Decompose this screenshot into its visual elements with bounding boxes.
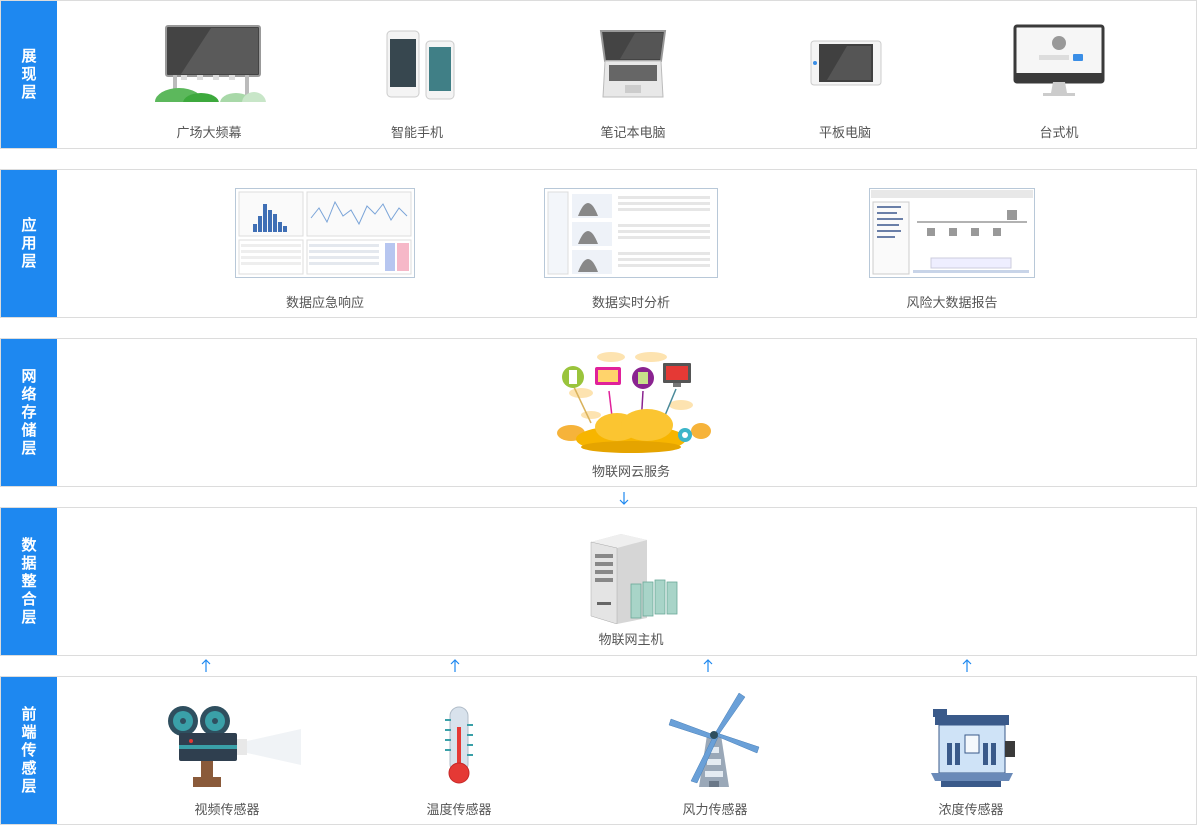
item-caption: 浓度传感器: [938, 802, 1004, 817]
analysis-screenshot-icon: [544, 188, 718, 278]
item-caption: 台式机: [1039, 125, 1079, 140]
report-screenshot-icon: [869, 188, 1035, 278]
arrow-up-icon: [703, 659, 713, 672]
sensor-item-concentration[interactable]: 浓度传感器: [921, 701, 1021, 821]
arrow-up-icon: [201, 659, 211, 672]
layer-label: 前端传感层: [1, 677, 57, 824]
item-caption: 数据应急响应: [285, 295, 364, 310]
network-item-cloud[interactable]: 物联网云服务: [551, 345, 711, 483]
sensor-item-wind[interactable]: 风力传感器: [657, 691, 773, 821]
cloud-service-icon: [557, 352, 711, 453]
laptop-icon: [599, 30, 667, 98]
display-item-smartphone[interactable]: 智能手机: [359, 23, 475, 143]
layer-label: 应用层: [1, 170, 57, 317]
item-caption: 智能手机: [390, 125, 443, 140]
display-item-tablet[interactable]: 平板电脑: [787, 23, 903, 143]
billboard-icon: [151, 25, 267, 105]
display-item-desktop[interactable]: 台式机: [1001, 23, 1117, 143]
item-caption: 广场大频幕: [176, 125, 242, 140]
network-layer: 网络存储层 物联网云服务: [0, 338, 1197, 487]
item-caption: 风险大数据报告: [906, 295, 998, 310]
sensor-item-temperature[interactable]: 温度传感器: [421, 701, 497, 821]
layer-label: 数据整合层: [1, 508, 57, 655]
layer-label: 展现层: [1, 1, 57, 148]
dashboard-screenshot-icon: [235, 188, 415, 278]
concentration-machine-icon: [931, 709, 1015, 787]
item-caption: 平板电脑: [818, 125, 871, 140]
desktop-icon: [1013, 24, 1105, 96]
server-icon: [590, 534, 678, 624]
sensor-layer: 前端传感层 视频传感器 温度传感器 风力传感器 浓度传感器: [0, 676, 1197, 825]
smartphone-icon: [386, 30, 455, 100]
application-item-report[interactable]: 风险大数据报告: [869, 188, 1035, 312]
item-caption: 物联网云服务: [591, 464, 670, 479]
item-caption: 物联网主机: [598, 632, 664, 647]
item-caption: 笔记本电脑: [600, 125, 666, 140]
item-caption: 温度传感器: [426, 802, 492, 817]
display-layer: 展现层 广场大频幕 智能手机 笔记本电脑 平板电脑 台式机: [0, 0, 1197, 149]
item-caption: 视频传感器: [194, 802, 260, 817]
sensor-item-video[interactable]: 视频传感器: [151, 701, 303, 821]
display-item-billboard[interactable]: 广场大频幕: [151, 23, 267, 143]
arrow-up-icon: [450, 659, 460, 672]
integration-item-server[interactable]: 物联网主机: [561, 530, 701, 650]
arrow-up-icon: [962, 659, 972, 672]
windmill-icon: [668, 692, 760, 787]
item-caption: 风力传感器: [682, 802, 748, 817]
video-camera-icon: [168, 706, 301, 787]
item-caption: 数据实时分析: [591, 295, 670, 310]
tablet-icon: [810, 40, 882, 86]
display-item-laptop[interactable]: 笔记本电脑: [575, 23, 691, 143]
integration-layer: 数据整合层 物联网主机: [0, 507, 1197, 656]
application-layer: 应用层 数据应急响应 数据实时分析 风险大数据报告: [0, 169, 1197, 318]
application-item-emergency[interactable]: 数据应急响应: [235, 188, 415, 312]
layer-label: 网络存储层: [1, 339, 57, 486]
application-item-analysis[interactable]: 数据实时分析: [544, 188, 718, 312]
arrow-down-icon: [619, 492, 629, 505]
thermometer-icon: [445, 706, 473, 784]
